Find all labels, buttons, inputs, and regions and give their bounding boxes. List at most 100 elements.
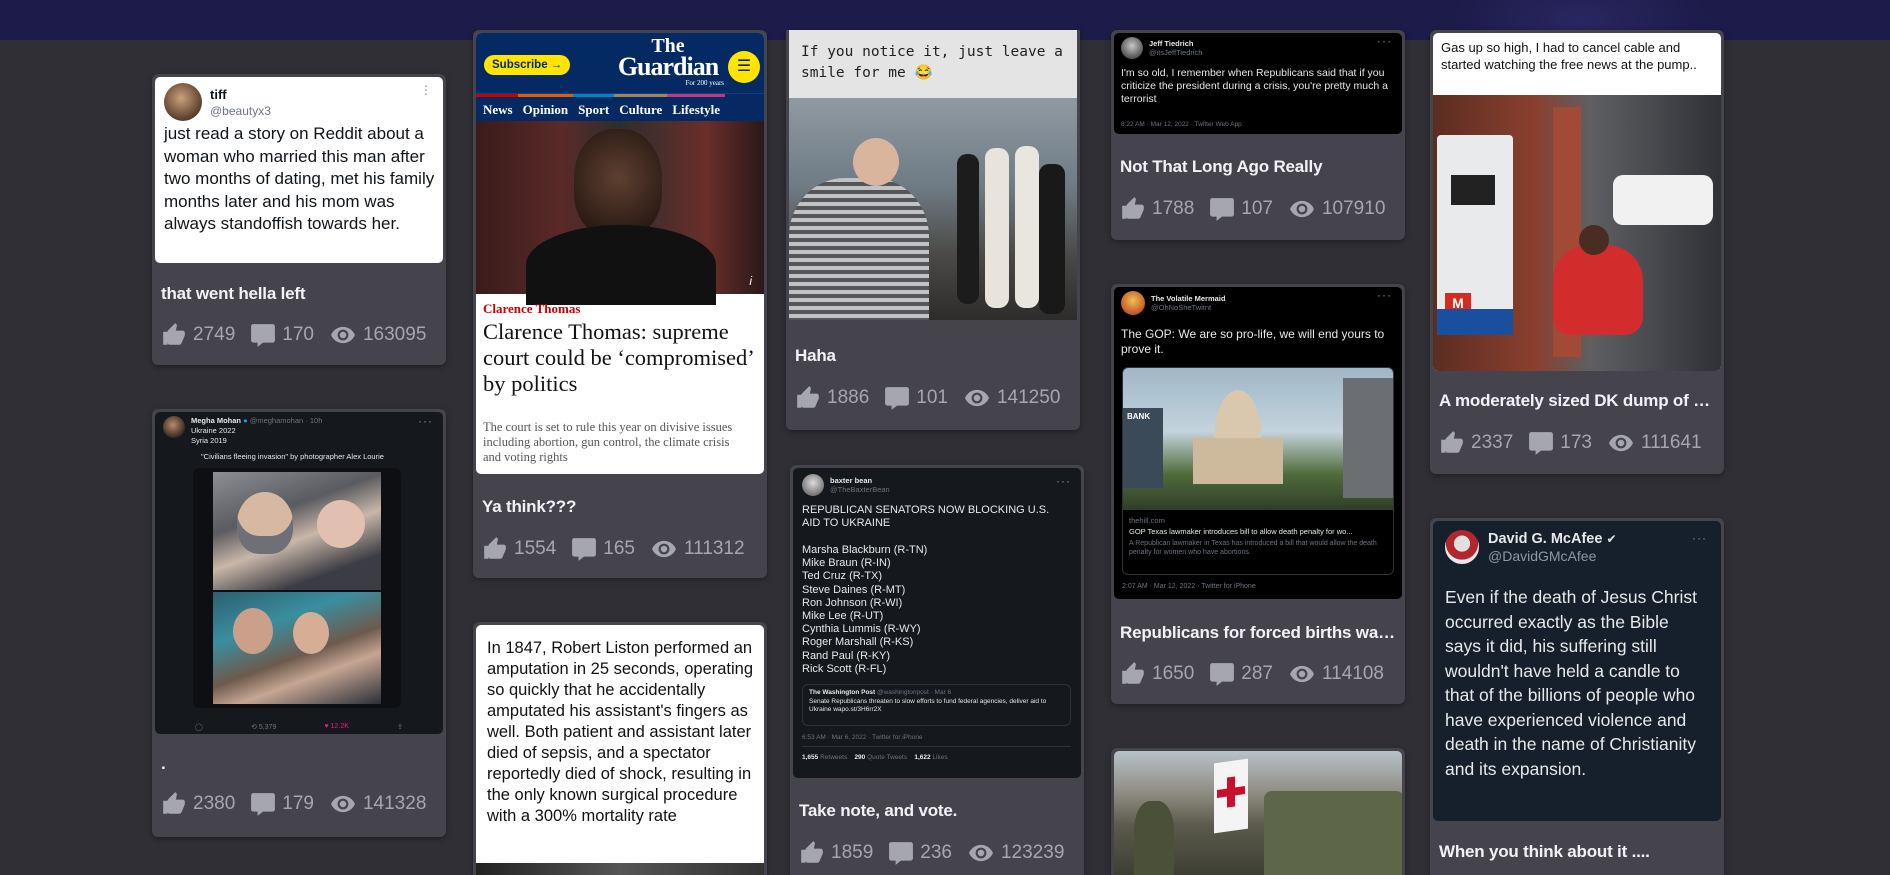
nav-sport[interactable]: Sport xyxy=(573,94,615,121)
post-title[interactable]: A moderately sized DK dump of st... xyxy=(1439,391,1716,411)
views-stat: 123239 xyxy=(966,840,1064,866)
comments-stat[interactable]: 165 xyxy=(570,536,635,562)
nav-lifestyle[interactable]: Lifestyle xyxy=(667,94,725,121)
post-card[interactable]: tiff @beautyx3 ⋮ just read a story on Re… xyxy=(152,74,446,365)
avatar xyxy=(1121,37,1143,59)
post-stats: 1859 236 123239 xyxy=(798,838,1078,868)
tweet-author-handle: @TheBaxterBean xyxy=(830,485,890,494)
comments-count: 287 xyxy=(1241,663,1273,684)
views-stat: 107910 xyxy=(1287,196,1385,222)
comments-count: 170 xyxy=(282,324,314,345)
likes-stat[interactable]: 1859 xyxy=(798,840,873,866)
more-icon[interactable]: ⋮ xyxy=(420,83,433,97)
more-icon[interactable]: ··· xyxy=(1056,474,1071,488)
tweet-actions: ◯ ⟲ 5,379 ♥ 12.2K ⇪ xyxy=(195,723,403,731)
post-card[interactable]: Jeff Tiedrich @itsJeffTiedrich ··· I'm s… xyxy=(1111,30,1405,240)
likes-count: 2380 xyxy=(193,793,236,814)
post-title[interactable]: When you think about it .... xyxy=(1439,842,1716,862)
eye-icon xyxy=(331,795,355,813)
post-title[interactable]: Republicans for forced births want... xyxy=(1120,623,1397,643)
post-stats: 1650 287 114108 xyxy=(1119,659,1399,689)
post-card[interactable] xyxy=(1111,748,1405,875)
post-title[interactable]: that went hella left xyxy=(161,284,438,304)
subscribe-button[interactable]: Subscribe → xyxy=(484,55,571,75)
info-icon[interactable]: i xyxy=(749,274,752,288)
views-count: 107910 xyxy=(1321,198,1386,219)
tweet-photo-frame xyxy=(193,468,401,708)
more-icon[interactable]: ··· xyxy=(418,414,433,428)
likes-stat[interactable]: 2380 xyxy=(160,791,235,817)
reply-icon[interactable]: ◯ xyxy=(195,723,203,731)
post-stats: 1788 107 107910 xyxy=(1119,194,1399,224)
link-title: GOP Texas lawmaker introduces bill to al… xyxy=(1129,527,1353,536)
tweet-counts: 1,655 Retweets 290 Quote Tweets 1,622 Li… xyxy=(802,746,1071,761)
nav-opinion[interactable]: Opinion xyxy=(517,94,574,121)
post-card[interactable]: Subscribe → The Guardian For 200 years ☰… xyxy=(473,30,767,578)
comment-icon xyxy=(1529,432,1554,455)
tweet-author-name: The Volatile Mermaid xyxy=(1151,294,1226,303)
thumbs-up-icon xyxy=(163,792,185,814)
thumbs-up-icon xyxy=(1122,662,1144,684)
comments-stat[interactable]: 236 xyxy=(887,840,952,866)
photo-ukraine-2022 xyxy=(213,472,381,590)
likes-count: 1554 xyxy=(514,538,557,559)
more-icon[interactable]: ··· xyxy=(1377,34,1392,48)
red-cross-flag xyxy=(1214,758,1248,834)
link-desc: A Republican lawmaker in Texas has intro… xyxy=(1129,540,1377,556)
nav-culture[interactable]: Culture xyxy=(614,94,668,121)
tweet-text: I'm so old, I remember when Republicans … xyxy=(1121,67,1388,105)
guardian-logo: The Guardian For 200 years xyxy=(617,35,724,87)
views-count: 123239 xyxy=(1000,842,1065,863)
comments-stat[interactable]: 101 xyxy=(883,385,948,411)
verified-icon: ✔ xyxy=(1606,531,1617,546)
post-title[interactable]: Take note, and vote. xyxy=(799,801,1076,821)
likes-stat[interactable]: 1650 xyxy=(1119,661,1194,687)
likes-stat[interactable]: 1554 xyxy=(481,536,556,562)
comments-stat[interactable]: 170 xyxy=(249,322,314,348)
tweet-screenshot: The Volatile Mermaid @OhNoSheTwitnt ··· … xyxy=(1114,287,1402,599)
comments-stat[interactable]: 107 xyxy=(1208,196,1273,222)
views-count: 141328 xyxy=(362,793,427,814)
article-standfirst: The court is set to rule this year on di… xyxy=(483,420,733,464)
post-card[interactable]: Gas up so high, I had to cancel cable an… xyxy=(1430,30,1724,474)
post-card[interactable]: David G. McAfee ✔ @DavidGMcAfee ··· Even… xyxy=(1430,518,1724,875)
share-icon[interactable]: ⇪ xyxy=(397,723,403,731)
avatar xyxy=(802,474,824,496)
post-title[interactable]: Not That Long Ago Really xyxy=(1120,157,1397,177)
post-title[interactable]: Haha xyxy=(795,346,1072,366)
avatar xyxy=(163,416,185,438)
senator-item: Rand Paul (R-KY) xyxy=(802,649,891,662)
likes-stat[interactable]: 2749 xyxy=(160,322,235,348)
tweet-author-handle: @meghamohan · 10h xyxy=(249,416,323,425)
post-card[interactable]: In 1847, Robert Liston performed an ampu… xyxy=(473,622,767,875)
likes-stat[interactable]: 2337 xyxy=(1438,430,1513,456)
comment-icon xyxy=(1210,663,1235,686)
views-count: 141250 xyxy=(996,387,1061,408)
tweet-author-name: Jeff Tiedrich xyxy=(1149,39,1194,48)
quoted-tweet[interactable]: The Washington Post @washingtonpost · Ma… xyxy=(802,684,1071,726)
likes-stat[interactable]: 1886 xyxy=(794,385,869,411)
fact-screenshot: In 1847, Robert Liston performed an ampu… xyxy=(476,625,764,875)
retweet-count[interactable]: ⟲ 5,379 xyxy=(251,723,276,731)
avatar xyxy=(1121,291,1145,315)
comments-stat[interactable]: 173 xyxy=(1527,430,1592,456)
more-icon[interactable]: ··· xyxy=(1692,531,1707,545)
more-icon[interactable]: ··· xyxy=(1377,288,1392,302)
link-card[interactable]: BANK thehill.com GOP Texas lawmaker intr… xyxy=(1122,367,1394,575)
post-title[interactable]: . xyxy=(161,754,438,774)
menu-icon[interactable]: ☰ xyxy=(728,51,760,83)
post-title[interactable]: Ya think??? xyxy=(482,497,759,517)
likes-stat[interactable]: 1788 xyxy=(1119,196,1194,222)
like-count[interactable]: ♥ 12.2K xyxy=(325,723,349,731)
post-card[interactable]: baxter bean @TheBaxterBean ··· REPUBLICA… xyxy=(790,465,1084,875)
tweet-author-name: Megha Mohan xyxy=(191,416,241,425)
comments-stat[interactable]: 287 xyxy=(1208,661,1273,687)
post-card[interactable]: The Volatile Mermaid @OhNoSheTwitnt ··· … xyxy=(1111,284,1405,704)
post-card[interactable]: If you notice it, just leave a smile for… xyxy=(786,30,1080,430)
nav-news[interactable]: News xyxy=(476,94,518,121)
tweet-line: Ukraine 2022 xyxy=(191,426,236,435)
post-card[interactable]: Megha Mohan ● @meghamohan · 10h Ukraine … xyxy=(152,409,446,837)
meme-photo xyxy=(789,98,1077,320)
comments-stat[interactable]: 179 xyxy=(249,791,314,817)
tweet-author-name: tiff xyxy=(210,86,227,102)
